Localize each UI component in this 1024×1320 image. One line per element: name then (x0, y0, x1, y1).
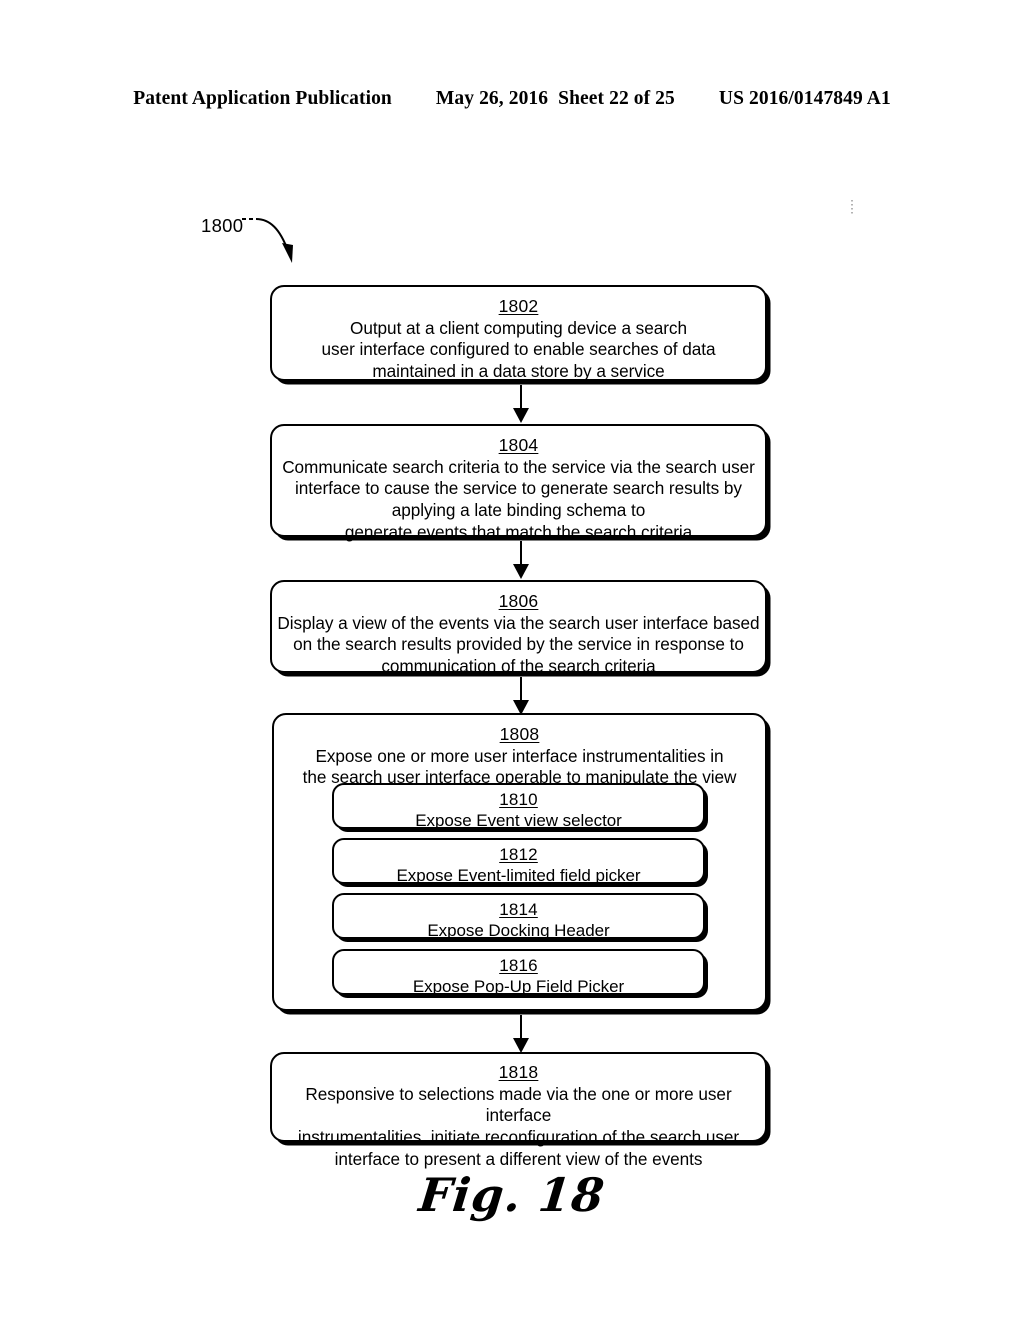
step-number-1818: 1818 (498, 1062, 539, 1082)
reference-leader-arrow-icon (242, 218, 293, 263)
flow-step-1804: 1804 Communicate search criteria to the … (270, 424, 767, 542)
connector-1802-to-1804 (513, 385, 529, 423)
patent-number: US 2016/0147849 A1 (718, 88, 891, 109)
step-number-1806: 1806 (498, 591, 539, 611)
flow-substep-1814: 1814 Expose Docking Header (332, 893, 705, 941)
step-number-1802: 1802 (498, 296, 539, 316)
substep-text-1810: Expose Event view selector (415, 811, 622, 831)
connector-1804-to-1806 (513, 541, 529, 579)
step-text-1818: Responsive to selections made via the on… (297, 1083, 740, 1169)
sheet-number: Sheet 22 of 25 (558, 88, 675, 109)
substep-number-1814: 1814 (499, 900, 538, 919)
substep-text-1814: Expose Docking Header (427, 921, 610, 941)
scan-artifact-mark (851, 200, 853, 216)
substep-number-1816: 1816 (499, 956, 538, 975)
substep-text-1812: Expose Event-limited field picker (396, 866, 641, 886)
diagram-reference-label: 1800 (201, 215, 244, 236)
substep-text-1816: Expose Pop-Up Field Picker (412, 977, 625, 997)
flow-substep-1810: 1810 Expose Event view selector (332, 783, 705, 831)
substep-number-1812: 1812 (499, 845, 538, 864)
connector-1808-to-1818 (513, 1015, 529, 1053)
publication-date: May 26, 2016 (435, 88, 549, 109)
flow-substep-1812: 1812 Expose Event-limited field picker (332, 838, 705, 886)
flow-step-1802: 1802 Output at a client computing device… (270, 285, 767, 381)
page-header: Patent Application Publication May 26, 2… (0, 88, 1024, 114)
figure-caption: Fig. 18 (416, 1168, 608, 1222)
step-text-1802: Output at a client computing device a se… (321, 317, 716, 382)
substep-number-1810: 1810 (499, 790, 538, 809)
step-number-1808: 1808 (499, 724, 540, 744)
flow-substep-1816: 1816 Expose Pop-Up Field Picker (332, 949, 705, 997)
connector-1806-to-1808 (513, 677, 529, 715)
flow-step-1818: 1818 Responsive to selections made via t… (270, 1052, 767, 1169)
flow-step-1806: 1806 Display a view of the events via th… (270, 580, 767, 676)
step-text-1804: Communicate search criteria to the servi… (282, 456, 755, 542)
publication-label: Patent Application Publication (133, 88, 392, 109)
step-number-1804: 1804 (498, 435, 539, 455)
step-text-1806: Display a view of the events via the sea… (277, 612, 760, 677)
